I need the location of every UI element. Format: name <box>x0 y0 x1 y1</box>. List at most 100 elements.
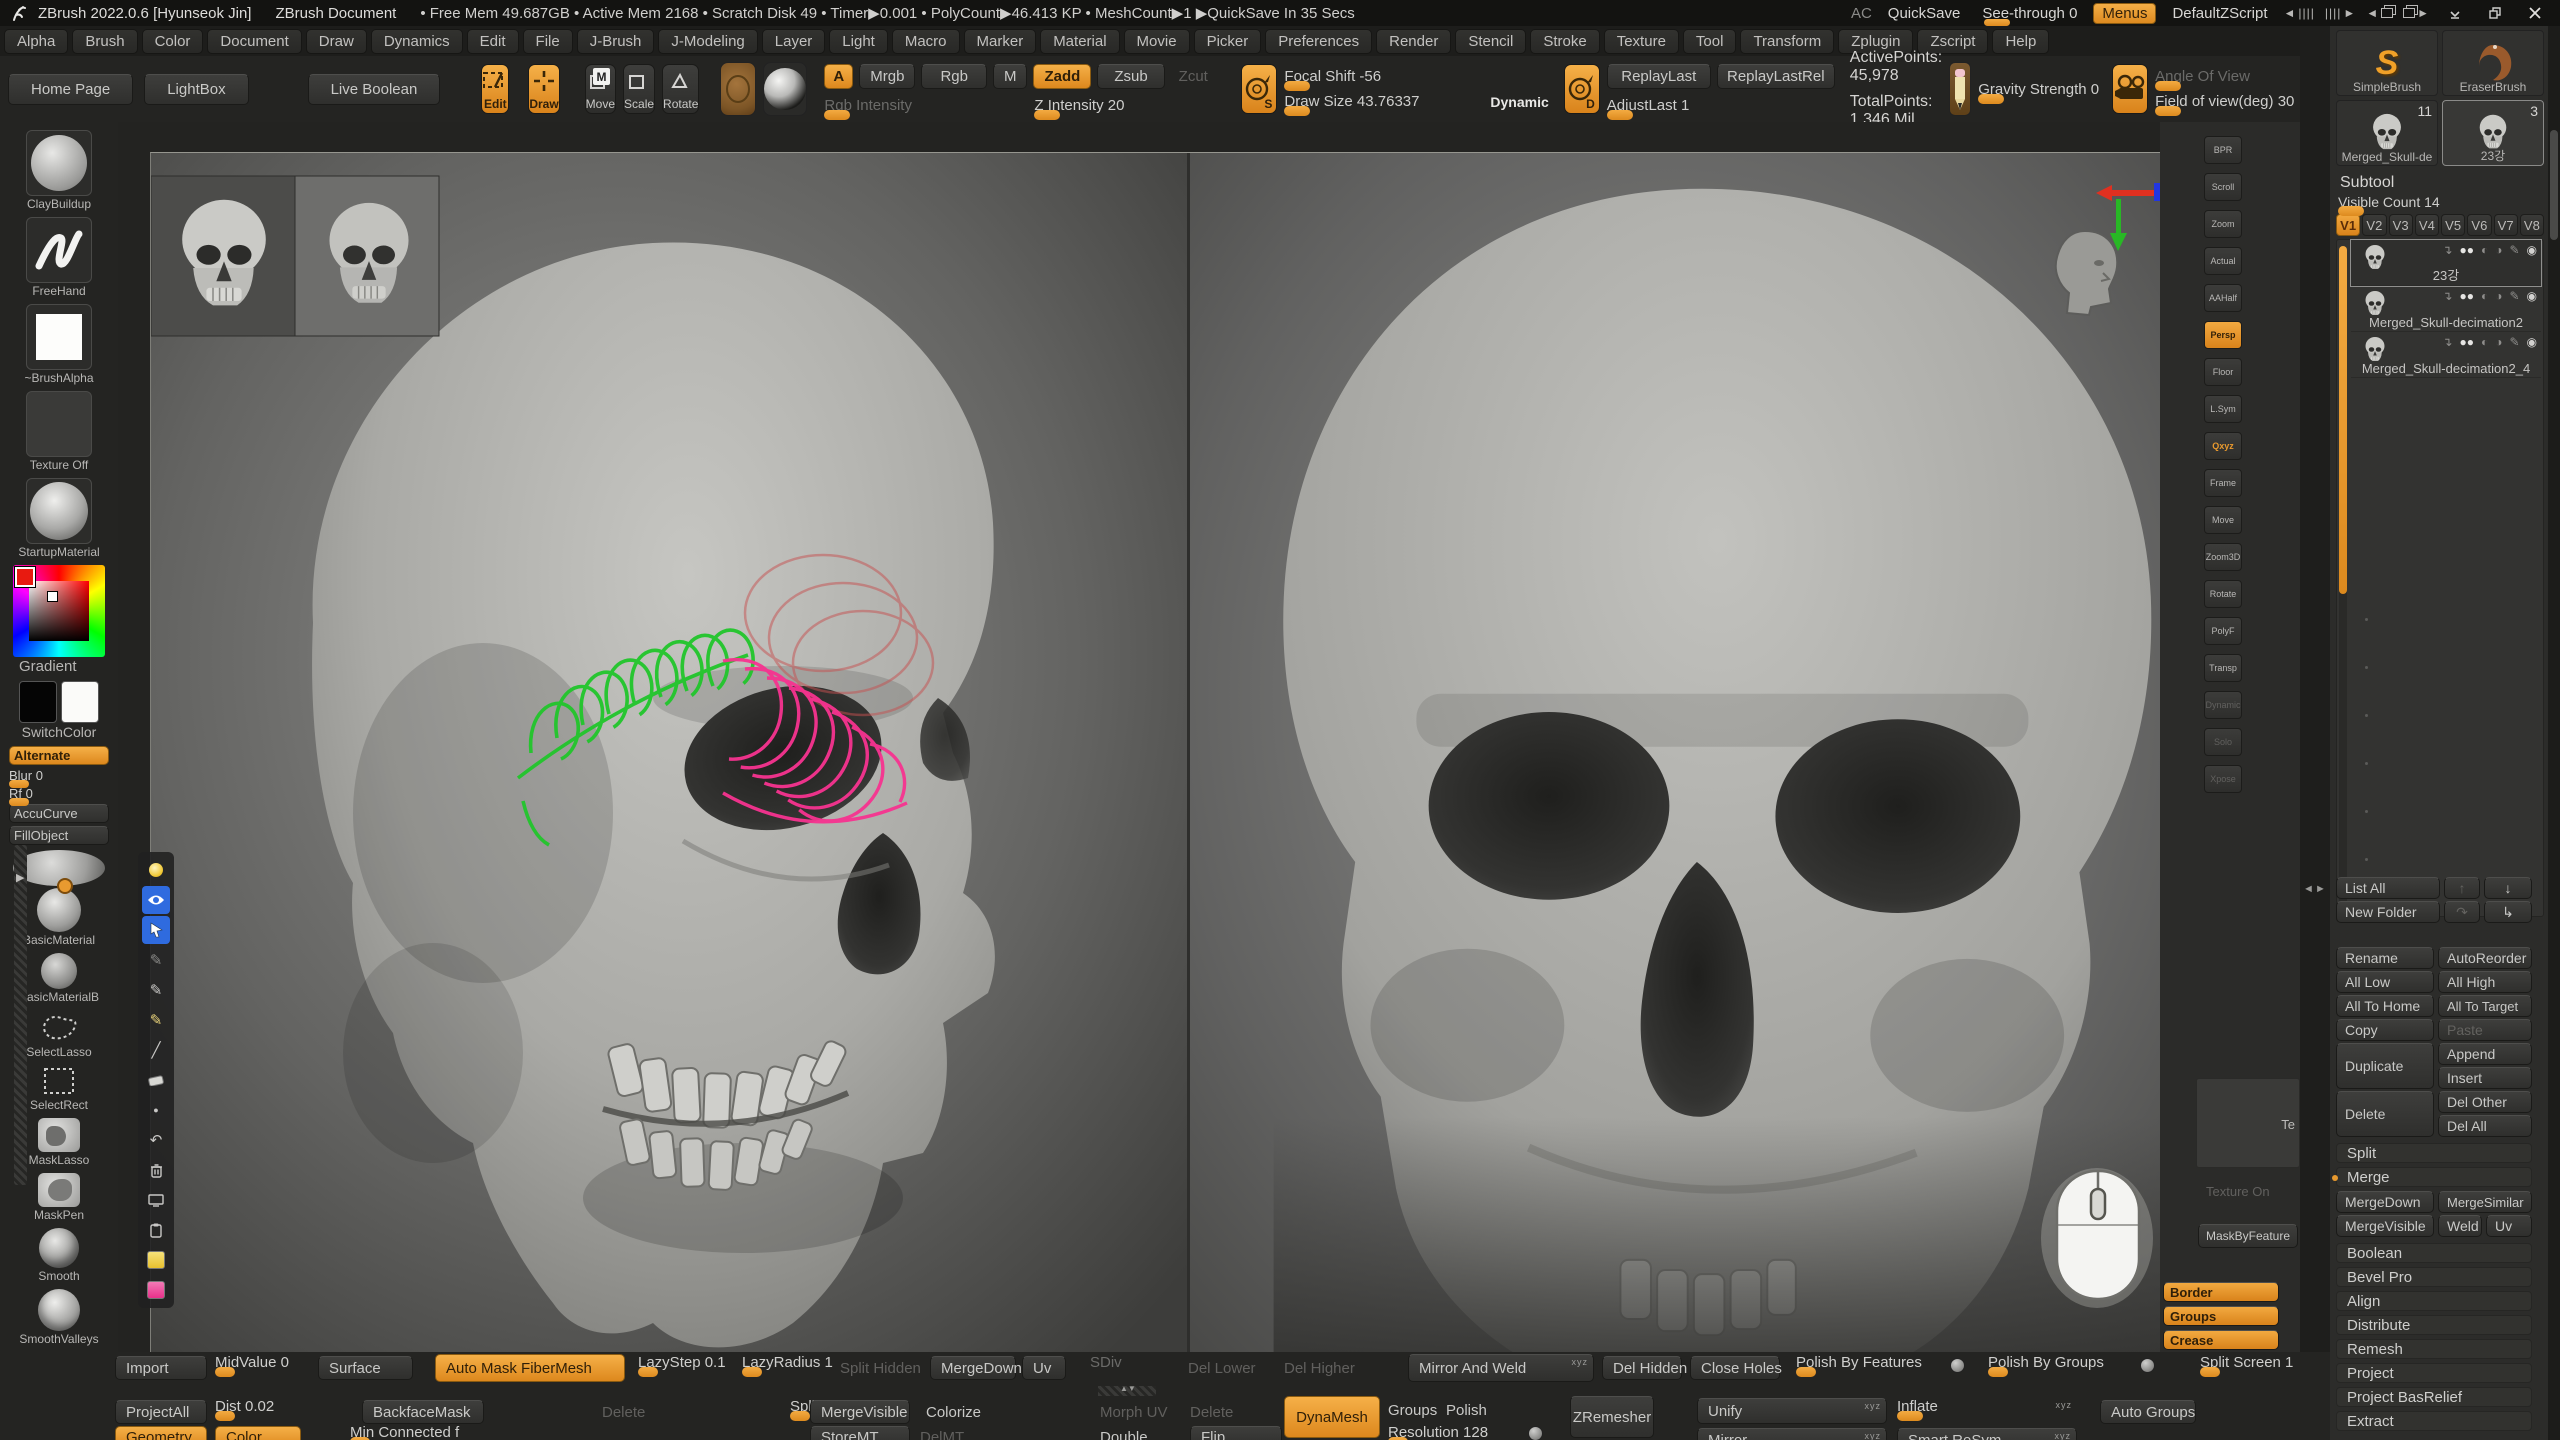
restore-button[interactable] <box>2480 4 2510 22</box>
move-up-button[interactable]: ↑ <box>2444 877 2480 899</box>
color-button[interactable]: Color <box>215 1426 301 1440</box>
resolution-mode-toggle[interactable] <box>1528 1426 1543 1440</box>
adjust-last-slider[interactable]: AdjustLast 1 <box>1607 97 1833 114</box>
bulb-icon[interactable] <box>142 856 170 884</box>
expand-tray-icon[interactable]: ► <box>2315 884 2326 895</box>
boolean-section[interactable]: Boolean <box>2336 1243 2532 1263</box>
current-brush-thumbnail[interactable] <box>720 62 756 116</box>
replay-last-rel-button[interactable]: ReplayLastRel <box>1717 64 1835 89</box>
geometry-button[interactable]: Geometry <box>115 1426 207 1440</box>
switch-color[interactable]: SwitchColor <box>19 681 99 740</box>
brush-edit-icon[interactable]: ✎ <box>2509 335 2519 349</box>
menu-item[interactable]: Transform <box>1740 29 1834 54</box>
lazyradius-slider[interactable]: LazyRadius 1 <box>742 1354 832 1371</box>
rgb-toggle[interactable]: Rgb <box>921 64 987 89</box>
gradient-button[interactable]: Gradient <box>19 658 77 675</box>
see-through-slider[interactable]: See-through 0 <box>1976 5 2083 22</box>
fillobject-button[interactable]: FillObject <box>9 826 109 845</box>
menu-item[interactable]: Material <box>1040 29 1119 54</box>
auto-groups-button[interactable]: Auto Groups <box>2100 1400 2196 1424</box>
mrgb-toggle[interactable]: Mrgb <box>859 64 915 89</box>
del-other-button[interactable]: Del Other <box>2438 1091 2532 1113</box>
color-picker[interactable]: Gradient <box>13 565 105 675</box>
minimize-button[interactable] <box>2440 4 2470 22</box>
visibility-eye-icon[interactable]: ◉ <box>2527 335 2537 349</box>
menu-item[interactable]: Light <box>829 29 888 54</box>
subtool-item[interactable]: ↴ ●● ◐ ◑ ✎ ◉ 23강 <box>2351 240 2541 286</box>
corner-arrow-button[interactable]: ↳ <box>2484 901 2532 923</box>
right-shelf-button[interactable]: Solo <box>2204 728 2242 756</box>
collapse-tray-icon[interactable]: ◄ <box>2303 884 2314 895</box>
ac-toggle[interactable]: AC <box>1851 5 1872 22</box>
flip-button[interactable]: Flip <box>1190 1426 1282 1440</box>
min-connected-slider[interactable]: Min Connected f <box>350 1424 482 1440</box>
pink-swatch-icon[interactable] <box>142 1276 170 1304</box>
uv-map-icon[interactable]: ◐ <box>2481 335 2488 349</box>
menu-item[interactable]: Brush <box>72 29 137 54</box>
simplebrush-slot[interactable]: S SimpleBrush <box>2336 30 2438 96</box>
material-slot[interactable]: StartupMaterial <box>18 478 99 559</box>
line-icon[interactable]: ╱ <box>142 1036 170 1064</box>
del-lower-button[interactable]: Del Lower <box>1188 1360 1256 1377</box>
brushalpha-thumbnail[interactable] <box>26 304 92 370</box>
screen-icon[interactable] <box>142 1186 170 1214</box>
del-higher-button[interactable]: Del Higher <box>1284 1360 1355 1377</box>
pen-icon[interactable]: ✎ <box>142 976 170 1004</box>
menu-item[interactable]: Movie <box>1124 29 1190 54</box>
weld-button[interactable]: Weld <box>2438 1215 2482 1237</box>
secondary-color-swatch[interactable] <box>61 681 99 723</box>
bevel-pro-section[interactable]: Bevel Pro <box>2336 1267 2532 1287</box>
groups-button[interactable]: Groups <box>2163 1306 2279 1326</box>
subtool-item[interactable]: ↴ ●● ◐ ◑ ✎ ◉ Merged_Skull-decimation2 <box>2351 286 2541 332</box>
m-toggle[interactable]: M <box>993 64 1028 89</box>
right-shelf-button[interactable]: Frame <box>2204 469 2242 497</box>
uv-map-icon[interactable]: ◐ <box>2481 243 2488 257</box>
zsub-toggle[interactable]: Zsub <box>1097 64 1164 89</box>
close-holes-button[interactable]: Close Holes <box>1690 1356 1780 1380</box>
split-hidden-button[interactable]: Split Hidden <box>840 1360 921 1377</box>
left-tray-divider[interactable]: ▶ <box>14 845 27 1185</box>
split-section[interactable]: Split <box>2336 1143 2532 1163</box>
material-slot[interactable]: BasicMaterialB <box>19 953 99 1004</box>
subtool-tab[interactable]: V6 <box>2467 214 2491 236</box>
menu-item[interactable]: Layer <box>762 29 826 54</box>
right-shelf-button[interactable]: Dynamic <box>2204 691 2242 719</box>
uv-bottom-button[interactable]: Uv <box>1022 1356 1066 1380</box>
move-button[interactable]: MMove <box>585 64 616 114</box>
sdiv-slider[interactable]: SDiv <box>1090 1354 1178 1371</box>
subtool-tab[interactable]: V7 <box>2494 214 2518 236</box>
right-shelf-button[interactable]: AAHalf <box>2204 284 2242 312</box>
polypaint-icon[interactable]: ●● <box>2459 289 2474 303</box>
subtool-tab[interactable]: V5 <box>2441 214 2465 236</box>
menu-item[interactable]: Color <box>142 29 204 54</box>
menu-item[interactable]: Dynamics <box>371 29 463 54</box>
accucurve-button[interactable]: AccuCurve <box>9 804 109 823</box>
next-doc-icon[interactable]: ► <box>2403 6 2430 20</box>
all-low-button[interactable]: All Low <box>2336 971 2434 993</box>
delmt-button[interactable]: DelMT <box>920 1429 964 1440</box>
blur-slider[interactable]: Blur 0 <box>9 768 109 783</box>
unify-button[interactable]: Unifyxyz <box>1697 1398 1887 1424</box>
mergevisible-button[interactable]: MergeVisible <box>2336 1215 2434 1237</box>
document-viewport[interactable] <box>150 152 2160 1352</box>
pencil-icon[interactable]: ✎ <box>142 1006 170 1034</box>
texture-off-thumbnail[interactable] <box>26 391 92 457</box>
alpha-slot[interactable]: ~BrushAlpha <box>24 304 93 385</box>
reference-thumbnail-1[interactable] <box>151 176 295 336</box>
smart-resym-button[interactable]: Smart ReSymxyz <box>1897 1428 2077 1440</box>
dist-slider[interactable]: Dist 0.02 <box>215 1398 310 1415</box>
subtool-tab[interactable]: V1 <box>2336 214 2360 236</box>
focal-shift-slider[interactable]: Focal Shift -56 <box>1284 68 1484 85</box>
align-section[interactable]: Align <box>2336 1291 2532 1311</box>
crease-button[interactable]: Crease <box>2163 1330 2279 1350</box>
auto-mask-fibermesh-button[interactable]: Auto Mask FiberMesh <box>435 1354 625 1382</box>
mergedown-bottom-button[interactable]: MergeDown <box>930 1356 1016 1380</box>
subtool-title[interactable]: Subtool <box>2340 174 2544 192</box>
displacement-icon[interactable]: ◑ <box>2495 243 2502 257</box>
border-button[interactable]: Border <box>2163 1282 2279 1302</box>
menu-item[interactable]: J-Modeling <box>658 29 757 54</box>
rf-slider[interactable]: Rf 0 <box>9 786 109 801</box>
brush-slot[interactable]: MaskPen <box>34 1173 84 1222</box>
trash-icon[interactable] <box>142 1156 170 1184</box>
lazystep-slider[interactable]: LazyStep 0.1 <box>638 1354 728 1371</box>
